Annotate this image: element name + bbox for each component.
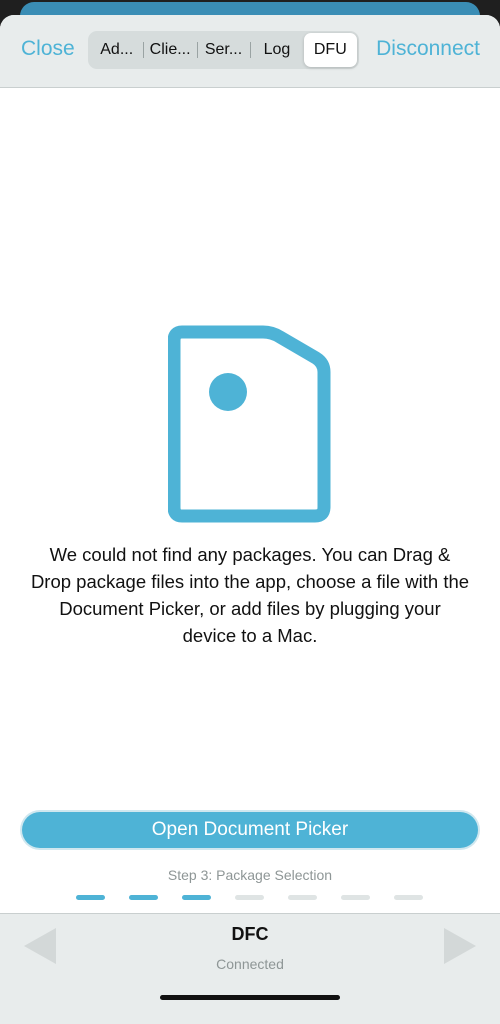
segment-client[interactable]: Clie... (143, 33, 196, 67)
triangle-right-icon[interactable] (442, 926, 478, 966)
step-indicator (76, 895, 105, 900)
segment-dfu[interactable]: DFU (303, 33, 358, 67)
step-indicator (394, 895, 423, 900)
segment-log[interactable]: Log (250, 33, 303, 67)
segment-server[interactable]: Ser... (196, 33, 250, 67)
navigation-bar: Close Ad... Clie... Ser... Log DFU Disco… (0, 15, 500, 88)
modal-sheet: Close Ad... Clie... Ser... Log DFU Disco… (0, 15, 500, 1024)
open-document-picker-button[interactable]: Open Document Picker (22, 812, 478, 848)
document-file-icon (168, 325, 331, 523)
step-indicator (341, 895, 370, 900)
disconnect-button[interactable]: Disconnect (376, 37, 480, 61)
step-indicator (288, 895, 317, 900)
step-progress (76, 895, 423, 900)
segmented-control: Ad... Clie... Ser... Log DFU (88, 31, 359, 69)
home-indicator (160, 995, 340, 1000)
bottom-toolbar: DFC Connected (0, 913, 500, 1024)
close-button[interactable]: Close (21, 37, 75, 61)
device-name: DFC (231, 924, 269, 944)
step-indicator (129, 895, 158, 900)
step-indicator (182, 895, 211, 900)
segment-advertisement[interactable]: Ad... (90, 33, 143, 67)
empty-state-message: We could not find any packages. You can … (30, 544, 470, 646)
step-label: Step 3: Package Selection (167, 867, 333, 883)
step-indicator (235, 895, 264, 900)
connection-status: Connected (216, 956, 284, 972)
